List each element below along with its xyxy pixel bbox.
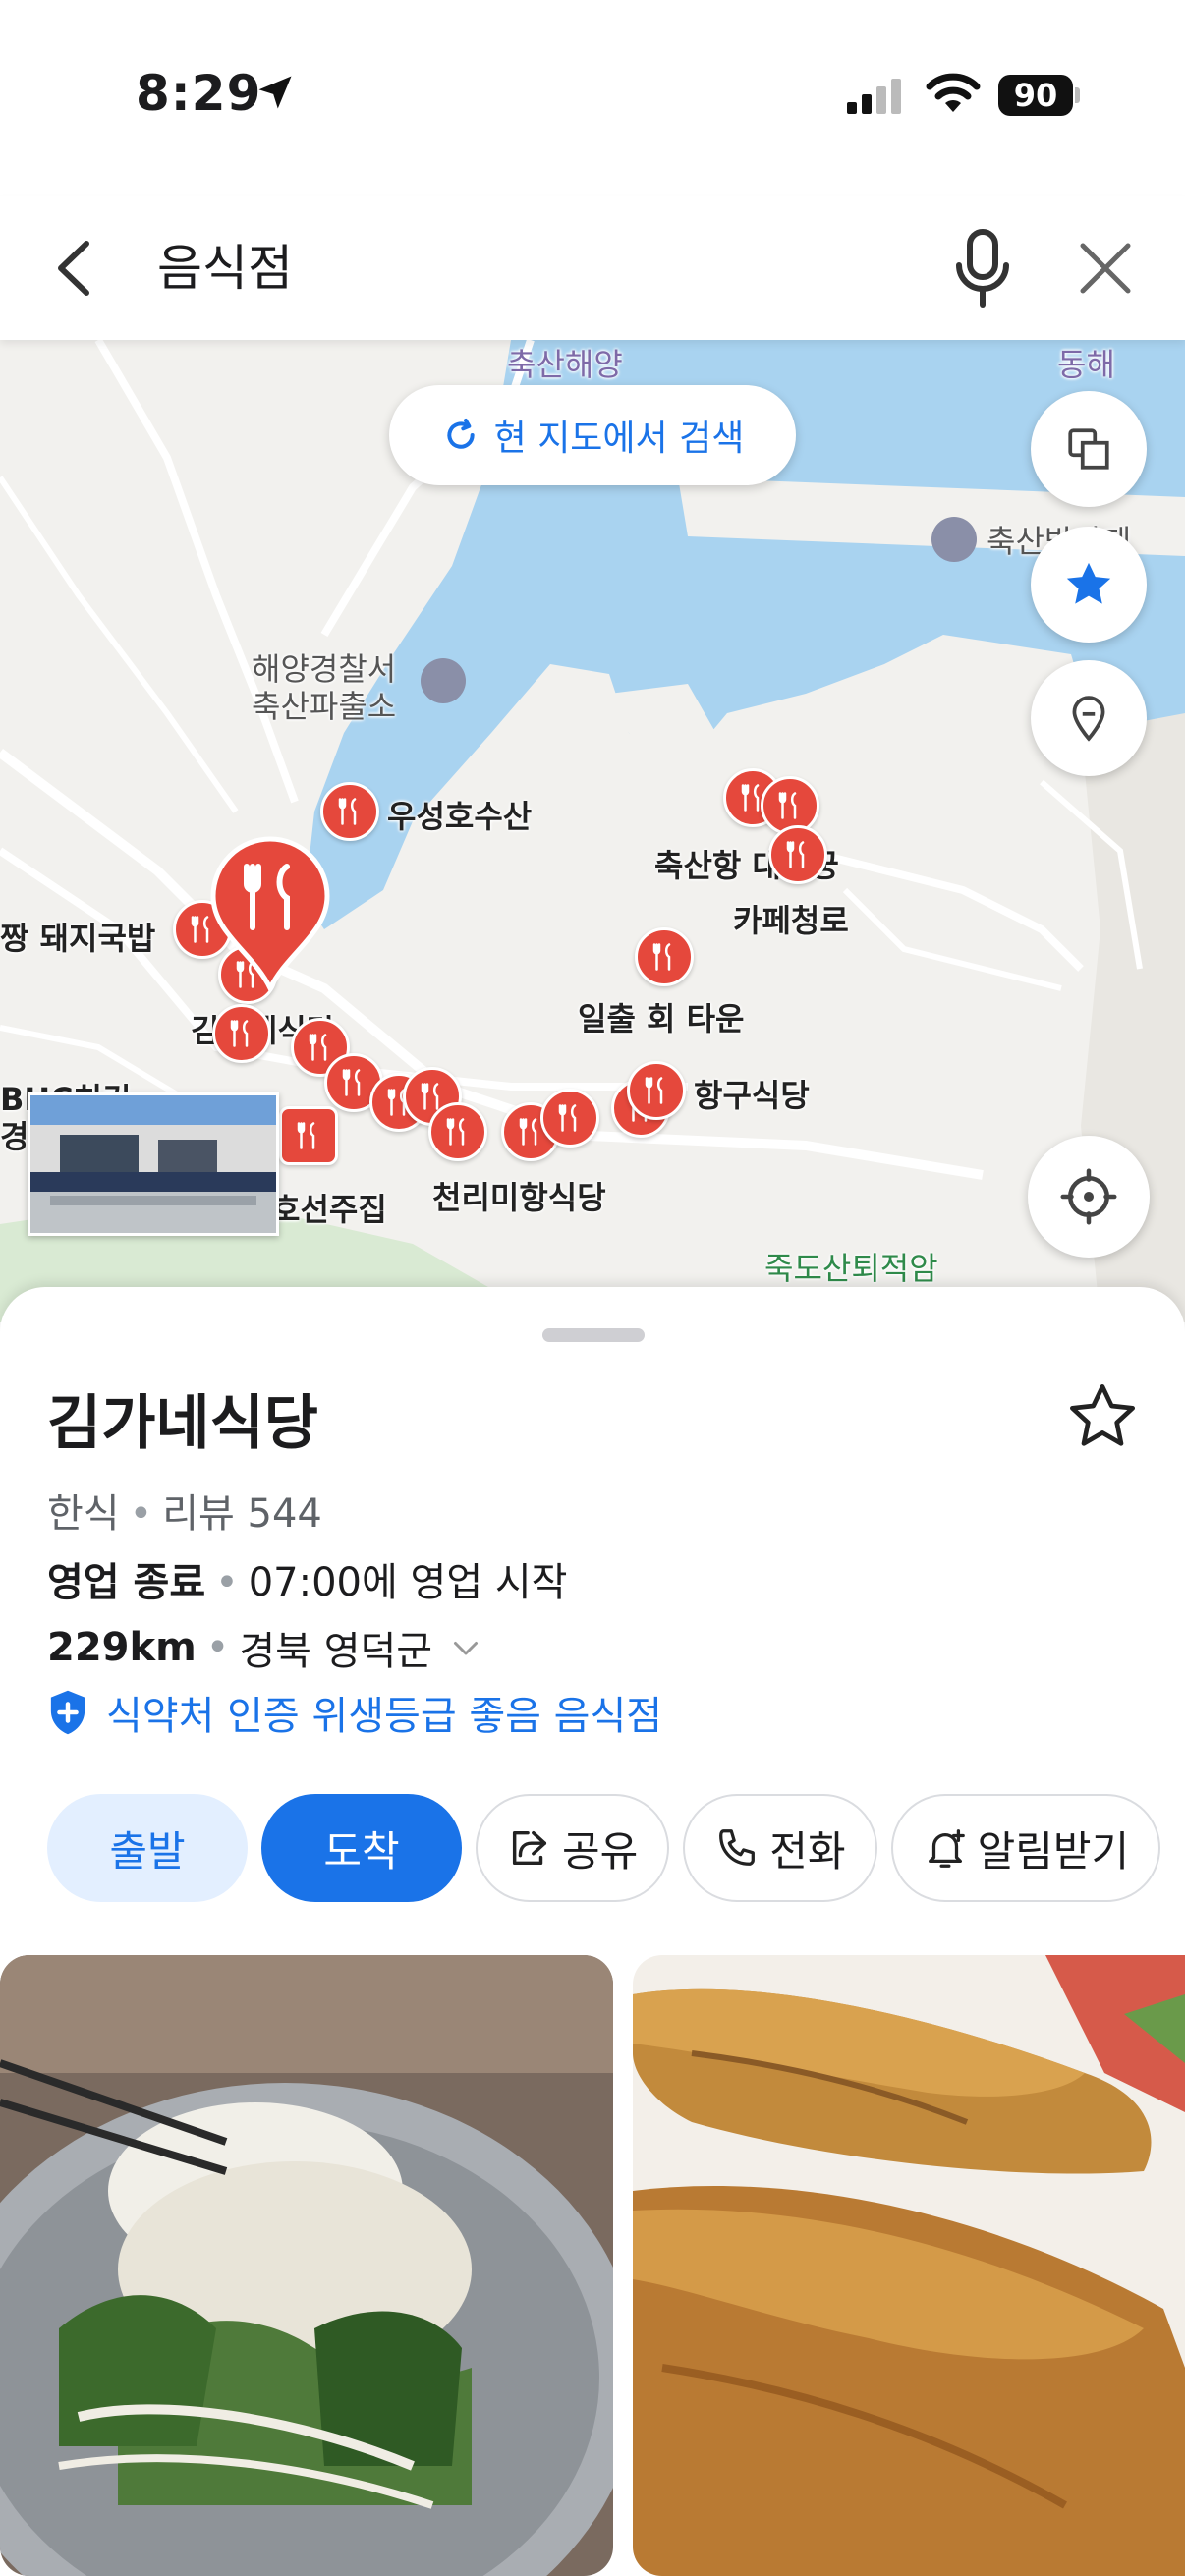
voice-search-button[interactable] bbox=[943, 226, 1022, 310]
save-place-button[interactable] bbox=[1063, 1377, 1142, 1456]
hygiene-certification[interactable]: 식약처 인증 위생등급 좋음 음식점 bbox=[47, 1684, 662, 1741]
wifi-icon bbox=[926, 73, 981, 112]
search-input[interactable]: 음식점 bbox=[157, 232, 293, 305]
notify-label: 알림받기 bbox=[977, 1826, 1130, 1876]
open-status: 영업 종료 bbox=[47, 1560, 206, 1605]
hours-line: 영업 종료 • 07:00에 영업 시작 bbox=[47, 1550, 567, 1607]
distance: 229km bbox=[47, 1625, 197, 1670]
restaurant-pin[interactable] bbox=[320, 782, 379, 841]
search-this-area-button[interactable]: 현 지도에서 검색 bbox=[389, 385, 796, 485]
restaurant-pin[interactable] bbox=[279, 1106, 338, 1165]
fork-knife-icon bbox=[297, 1122, 315, 1149]
restaurant-pin[interactable] bbox=[768, 825, 827, 884]
fork-knife-icon bbox=[786, 841, 805, 868]
fork-knife-icon bbox=[645, 1077, 663, 1104]
review-count[interactable]: 리뷰 544 bbox=[162, 1491, 322, 1537]
map-label-wooseong: 우성호수산 bbox=[387, 798, 533, 835]
share-icon bbox=[512, 1830, 547, 1866]
fork-knife-icon bbox=[342, 1069, 361, 1096]
star-outline-icon bbox=[1070, 1384, 1135, 1446]
street-view-thumbnail[interactable] bbox=[28, 1092, 279, 1236]
map-label-ilchul: 일출 회 타운 bbox=[578, 1000, 745, 1037]
fork-knife-icon bbox=[778, 792, 797, 819]
ferry-icon bbox=[931, 517, 977, 562]
place-category: 한식 bbox=[47, 1491, 120, 1537]
map-label-cafe: 카페청로 bbox=[733, 902, 849, 939]
restaurant-pin[interactable] bbox=[635, 927, 694, 986]
phone-icon bbox=[719, 1829, 756, 1866]
layers-icon bbox=[1068, 428, 1109, 470]
my-location-button[interactable] bbox=[1028, 1136, 1150, 1258]
cellular-signal-icon bbox=[847, 79, 901, 114]
map-layers-button[interactable] bbox=[1031, 391, 1147, 507]
place-photo[interactable] bbox=[0, 1955, 613, 2576]
separator-dot: • bbox=[215, 1560, 239, 1605]
call-label: 전화 bbox=[769, 1826, 846, 1876]
shield-icon bbox=[50, 1690, 85, 1735]
region: 경북 영덕군 bbox=[239, 1629, 433, 1674]
microphone-icon bbox=[956, 229, 1009, 308]
restaurant-pin[interactable] bbox=[428, 1102, 487, 1161]
restaurant-pin[interactable] bbox=[540, 1089, 599, 1148]
action-buttons: 출발 도착 공유 전화 알림받기 bbox=[47, 1794, 1161, 1902]
share-label: 공유 bbox=[562, 1826, 639, 1876]
chevron-left-icon bbox=[58, 241, 89, 296]
saved-places-button[interactable] bbox=[1031, 660, 1147, 776]
sheet-drag-handle[interactable] bbox=[542, 1328, 645, 1342]
fork-knife-icon bbox=[652, 943, 671, 971]
fork-knife-icon bbox=[309, 1034, 327, 1061]
place-title: 김가네식당 bbox=[47, 1389, 318, 1458]
fork-knife-icon bbox=[446, 1118, 465, 1146]
back-button[interactable] bbox=[47, 232, 106, 305]
depart-button[interactable]: 출발 bbox=[47, 1794, 248, 1902]
share-button[interactable]: 공유 bbox=[476, 1794, 670, 1902]
battery-indicator: 90 bbox=[998, 75, 1073, 116]
restaurant-pin[interactable] bbox=[627, 1061, 686, 1120]
map-label-jukdo: 죽도산퇴적암 bbox=[764, 1250, 938, 1287]
search-this-area-label: 현 지도에서 검색 bbox=[493, 419, 745, 459]
search-bar: 음식점 bbox=[0, 196, 1185, 340]
arrive-button[interactable]: 도착 bbox=[261, 1794, 462, 1902]
distance-line: 229km • 경북 영덕군 bbox=[47, 1619, 483, 1676]
map-label-cheonrimi: 천리미항식당 bbox=[432, 1179, 606, 1216]
call-button[interactable]: 전화 bbox=[683, 1794, 877, 1902]
place-details-sheet: 김가네식당 한식 • 리뷰 544 영업 종료 • 07:00에 영업 시작 229km… bbox=[0, 1287, 1185, 2576]
map-pin-icon bbox=[1072, 696, 1105, 742]
clear-search-button[interactable] bbox=[1071, 232, 1140, 305]
favorites-button[interactable] bbox=[1031, 527, 1147, 643]
police-icon bbox=[421, 658, 466, 703]
map-label-donghae: 동해 bbox=[1057, 346, 1115, 383]
separator-dot: • bbox=[129, 1491, 153, 1537]
map-label-chuksan-haeyang: 축산해양 bbox=[507, 346, 623, 383]
close-icon bbox=[1080, 243, 1131, 294]
map-label-hoseon: 호선주집 bbox=[271, 1191, 387, 1228]
map-label-pork: 짱 돼지국밥 bbox=[0, 920, 156, 957]
bell-plus-icon bbox=[928, 1829, 965, 1868]
star-icon bbox=[1066, 562, 1111, 604]
status-time: 8:29 bbox=[136, 65, 262, 122]
notify-button[interactable]: 알림받기 bbox=[890, 1794, 1161, 1902]
status-bar: 8:29 90 bbox=[0, 0, 1185, 196]
location-arrow-icon bbox=[258, 76, 292, 109]
food-photo-noodles bbox=[0, 1955, 613, 2576]
map-label-police-2: 축산파출소 bbox=[252, 688, 397, 725]
fork-knife-icon bbox=[230, 1020, 249, 1047]
street-view-image bbox=[30, 1095, 276, 1233]
battery-tip bbox=[1075, 87, 1080, 103]
crosshair-icon bbox=[1060, 1168, 1117, 1225]
map-label-hanggu: 항구식당 bbox=[694, 1077, 810, 1114]
fork-knife-icon bbox=[338, 798, 357, 825]
selected-place-pin[interactable] bbox=[208, 835, 332, 992]
certification-label: 식약처 인증 위생등급 좋음 음식점 bbox=[106, 1694, 663, 1739]
separator-dot: • bbox=[205, 1625, 230, 1670]
map-view[interactable]: 현 지도에서 검색 축산해양 동해 축산방파제 해양경찰서 축산파출소 우성호수… bbox=[0, 340, 1185, 1322]
food-photo-fried-fish bbox=[633, 1955, 1185, 2576]
refresh-icon bbox=[446, 419, 475, 449]
fork-knife-icon bbox=[558, 1104, 577, 1132]
hours-note: 07:00에 영업 시작 bbox=[248, 1560, 568, 1605]
category-review-line: 한식 • 리뷰 544 bbox=[47, 1482, 322, 1539]
restaurant-pin[interactable] bbox=[212, 1004, 271, 1063]
chevron-down-icon[interactable] bbox=[448, 1630, 483, 1665]
place-photo[interactable] bbox=[633, 1955, 1185, 2576]
